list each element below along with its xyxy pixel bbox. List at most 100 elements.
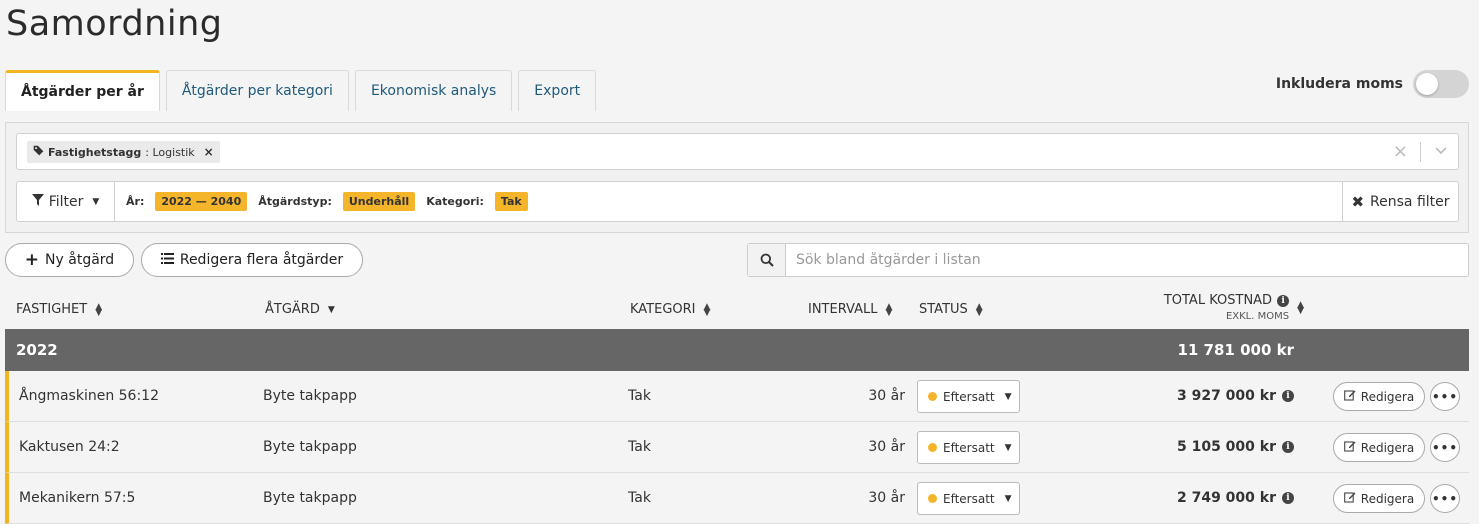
search-input[interactable] [786, 244, 1468, 276]
cell-kategori: Tak [628, 439, 651, 455]
select-separator [1420, 142, 1421, 162]
tag-chip-remove-icon[interactable]: × [204, 145, 214, 159]
edit-button[interactable]: Redigera [1333, 433, 1425, 462]
filter-panel: Fastighetstagg: Logistik × × Filter ▼ År… [5, 122, 1469, 233]
col-header-fastighet-label: FASTIGHET [16, 302, 88, 317]
filter-dropdown-button[interactable]: Filter ▼ [17, 182, 115, 221]
new-action-button[interactable]: + Ny åtgärd [5, 243, 134, 277]
clear-filters-label: Rensa filter [1370, 193, 1450, 210]
toggle-knob [1416, 73, 1438, 95]
info-icon[interactable]: i [1277, 294, 1290, 307]
tab-export[interactable]: Export [518, 70, 597, 111]
group-year: 2022 [16, 341, 58, 359]
status-dot-icon [928, 443, 937, 452]
col-header-atgard[interactable]: ÅTGÄRD ▼ [265, 302, 335, 317]
cell-intervall: 30 år [868, 490, 905, 506]
bulk-edit-button[interactable]: Redigera flera åtgärder [141, 243, 363, 277]
bulk-edit-label: Redigera flera åtgärder [179, 252, 344, 268]
col-header-total-sublabel: EXKL. MOMS [1225, 311, 1290, 322]
new-action-label: Ny åtgärd [45, 252, 115, 268]
filter-label-category: Kategori: [426, 195, 484, 208]
filter-value-type[interactable]: Underhåll [342, 192, 416, 211]
tag-chip-key: Fastighetstagg [48, 145, 142, 159]
col-header-total[interactable]: TOTAL KOSTNAD i EXKL. MOMS ▲ ▼ [1164, 293, 1304, 322]
tab-atgarder-per-kategori[interactable]: Åtgärder per kategori [165, 70, 349, 111]
cell-intervall: 30 år [868, 439, 905, 455]
edit-label: Redigera [1360, 440, 1415, 455]
status-dot-icon [928, 392, 937, 401]
close-icon: ✖ [1351, 192, 1365, 211]
status-dropdown[interactable]: Eftersatt ▼ [917, 482, 1020, 515]
col-header-kategori[interactable]: KATEGORI ▲ ▼ [630, 302, 710, 317]
more-options-button[interactable]: ••• [1430, 382, 1460, 411]
filter-label-year: År: [126, 195, 145, 208]
page-title: Samordning [6, 4, 223, 44]
cell-cost: 3 927 000 kr i [1177, 388, 1294, 404]
clear-select-icon[interactable]: × [1393, 141, 1408, 162]
cell-fastighet: Ångmaskinen 56:12 [19, 388, 159, 404]
cell-fastighet: Mekanikern 57:5 [19, 490, 136, 506]
status-label: Eftersatt [943, 440, 995, 455]
sort-icon: ▲ ▼ [703, 301, 711, 318]
tab-atgarder-per-ar[interactable]: Åtgärder per år [5, 70, 160, 111]
caret-down-icon: ▼ [1004, 391, 1012, 402]
cell-atgard: Byte takpapp [263, 490, 357, 506]
cost-value: 3 927 000 kr [1176, 388, 1276, 404]
sort-icon: ▲ ▼ [885, 301, 893, 318]
table-row: Mekanikern 57:5 Byte takpapp Tak 30 år E… [5, 473, 1469, 524]
group-total: 11 781 000 kr [1177, 341, 1294, 359]
clear-filters-button[interactable]: ✖ Rensa filter [1342, 182, 1458, 221]
cost-value: 2 749 000 kr [1176, 490, 1276, 506]
sort-icon: ▲ ▼ [1297, 299, 1304, 316]
status-dot-icon [928, 494, 937, 503]
info-icon[interactable]: i [1282, 441, 1294, 453]
moms-toggle[interactable] [1413, 70, 1469, 98]
edit-button[interactable]: Redigera [1333, 484, 1425, 513]
cost-value: 5 105 000 kr [1176, 439, 1276, 455]
tab-ekonomisk-analys[interactable]: Ekonomisk analys [354, 70, 513, 111]
info-icon[interactable]: i [1282, 390, 1294, 402]
chevron-down-icon[interactable] [1434, 142, 1448, 161]
active-filters-bar: Filter ▼ År: 2022 — 2040 Åtgärdstyp: Und… [16, 181, 1459, 222]
year-group-header: 2022 11 781 000 kr [5, 329, 1469, 371]
edit-button[interactable]: Redigera [1333, 382, 1425, 411]
sort-icon: ▲ ▼ [975, 301, 983, 318]
list-icon [160, 252, 174, 268]
ellipsis-icon: ••• [1431, 440, 1458, 455]
filter-label-type: Åtgärdstyp: [258, 195, 332, 208]
tab-bar: Åtgärder per år Åtgärder per kategori Ek… [5, 70, 602, 111]
status-dropdown[interactable]: Eftersatt ▼ [917, 431, 1020, 464]
property-tag-select[interactable]: Fastighetstagg: Logistik × × [16, 133, 1459, 170]
cell-cost: 5 105 000 kr i [1177, 439, 1294, 455]
cell-kategori: Tak [628, 490, 651, 506]
filter-value-category[interactable]: Tak [494, 192, 528, 211]
col-header-status[interactable]: STATUS ▲ ▼ [919, 302, 983, 317]
col-header-kategori-label: KATEGORI [630, 302, 696, 317]
more-options-button[interactable]: ••• [1430, 484, 1460, 513]
cell-kategori: Tak [628, 388, 651, 404]
sort-icon: ▲ ▼ [95, 301, 103, 318]
edit-icon [1343, 491, 1356, 506]
col-header-intervall[interactable]: INTERVALL ▲ ▼ [808, 302, 892, 317]
caret-down-icon: ▼ [92, 196, 100, 207]
filter-value-year[interactable]: 2022 — 2040 [155, 192, 248, 211]
status-label: Eftersatt [943, 389, 995, 404]
edit-icon [1343, 389, 1356, 404]
table-row: Ångmaskinen 56:12 Byte takpapp Tak 30 år… [5, 371, 1469, 422]
edit-icon [1343, 440, 1356, 455]
col-header-total-label: TOTAL KOSTNAD [1163, 293, 1273, 308]
edit-label: Redigera [1360, 389, 1415, 404]
more-options-button[interactable]: ••• [1430, 433, 1460, 462]
tag-chip: Fastighetstagg: Logistik × [27, 141, 220, 163]
filter-button-label: Filter [48, 193, 84, 210]
search-box [747, 243, 1469, 277]
col-header-fastighet[interactable]: FASTIGHET ▲ ▼ [16, 302, 102, 317]
info-icon[interactable]: i [1282, 492, 1294, 504]
status-dropdown[interactable]: Eftersatt ▼ [917, 380, 1020, 413]
col-header-atgard-label: ÅTGÄRD [265, 302, 320, 317]
col-header-intervall-label: INTERVALL [808, 302, 878, 317]
status-label: Eftersatt [943, 491, 995, 506]
edit-label: Redigera [1360, 491, 1415, 506]
col-header-status-label: STATUS [919, 302, 968, 317]
search-icon [748, 244, 786, 276]
